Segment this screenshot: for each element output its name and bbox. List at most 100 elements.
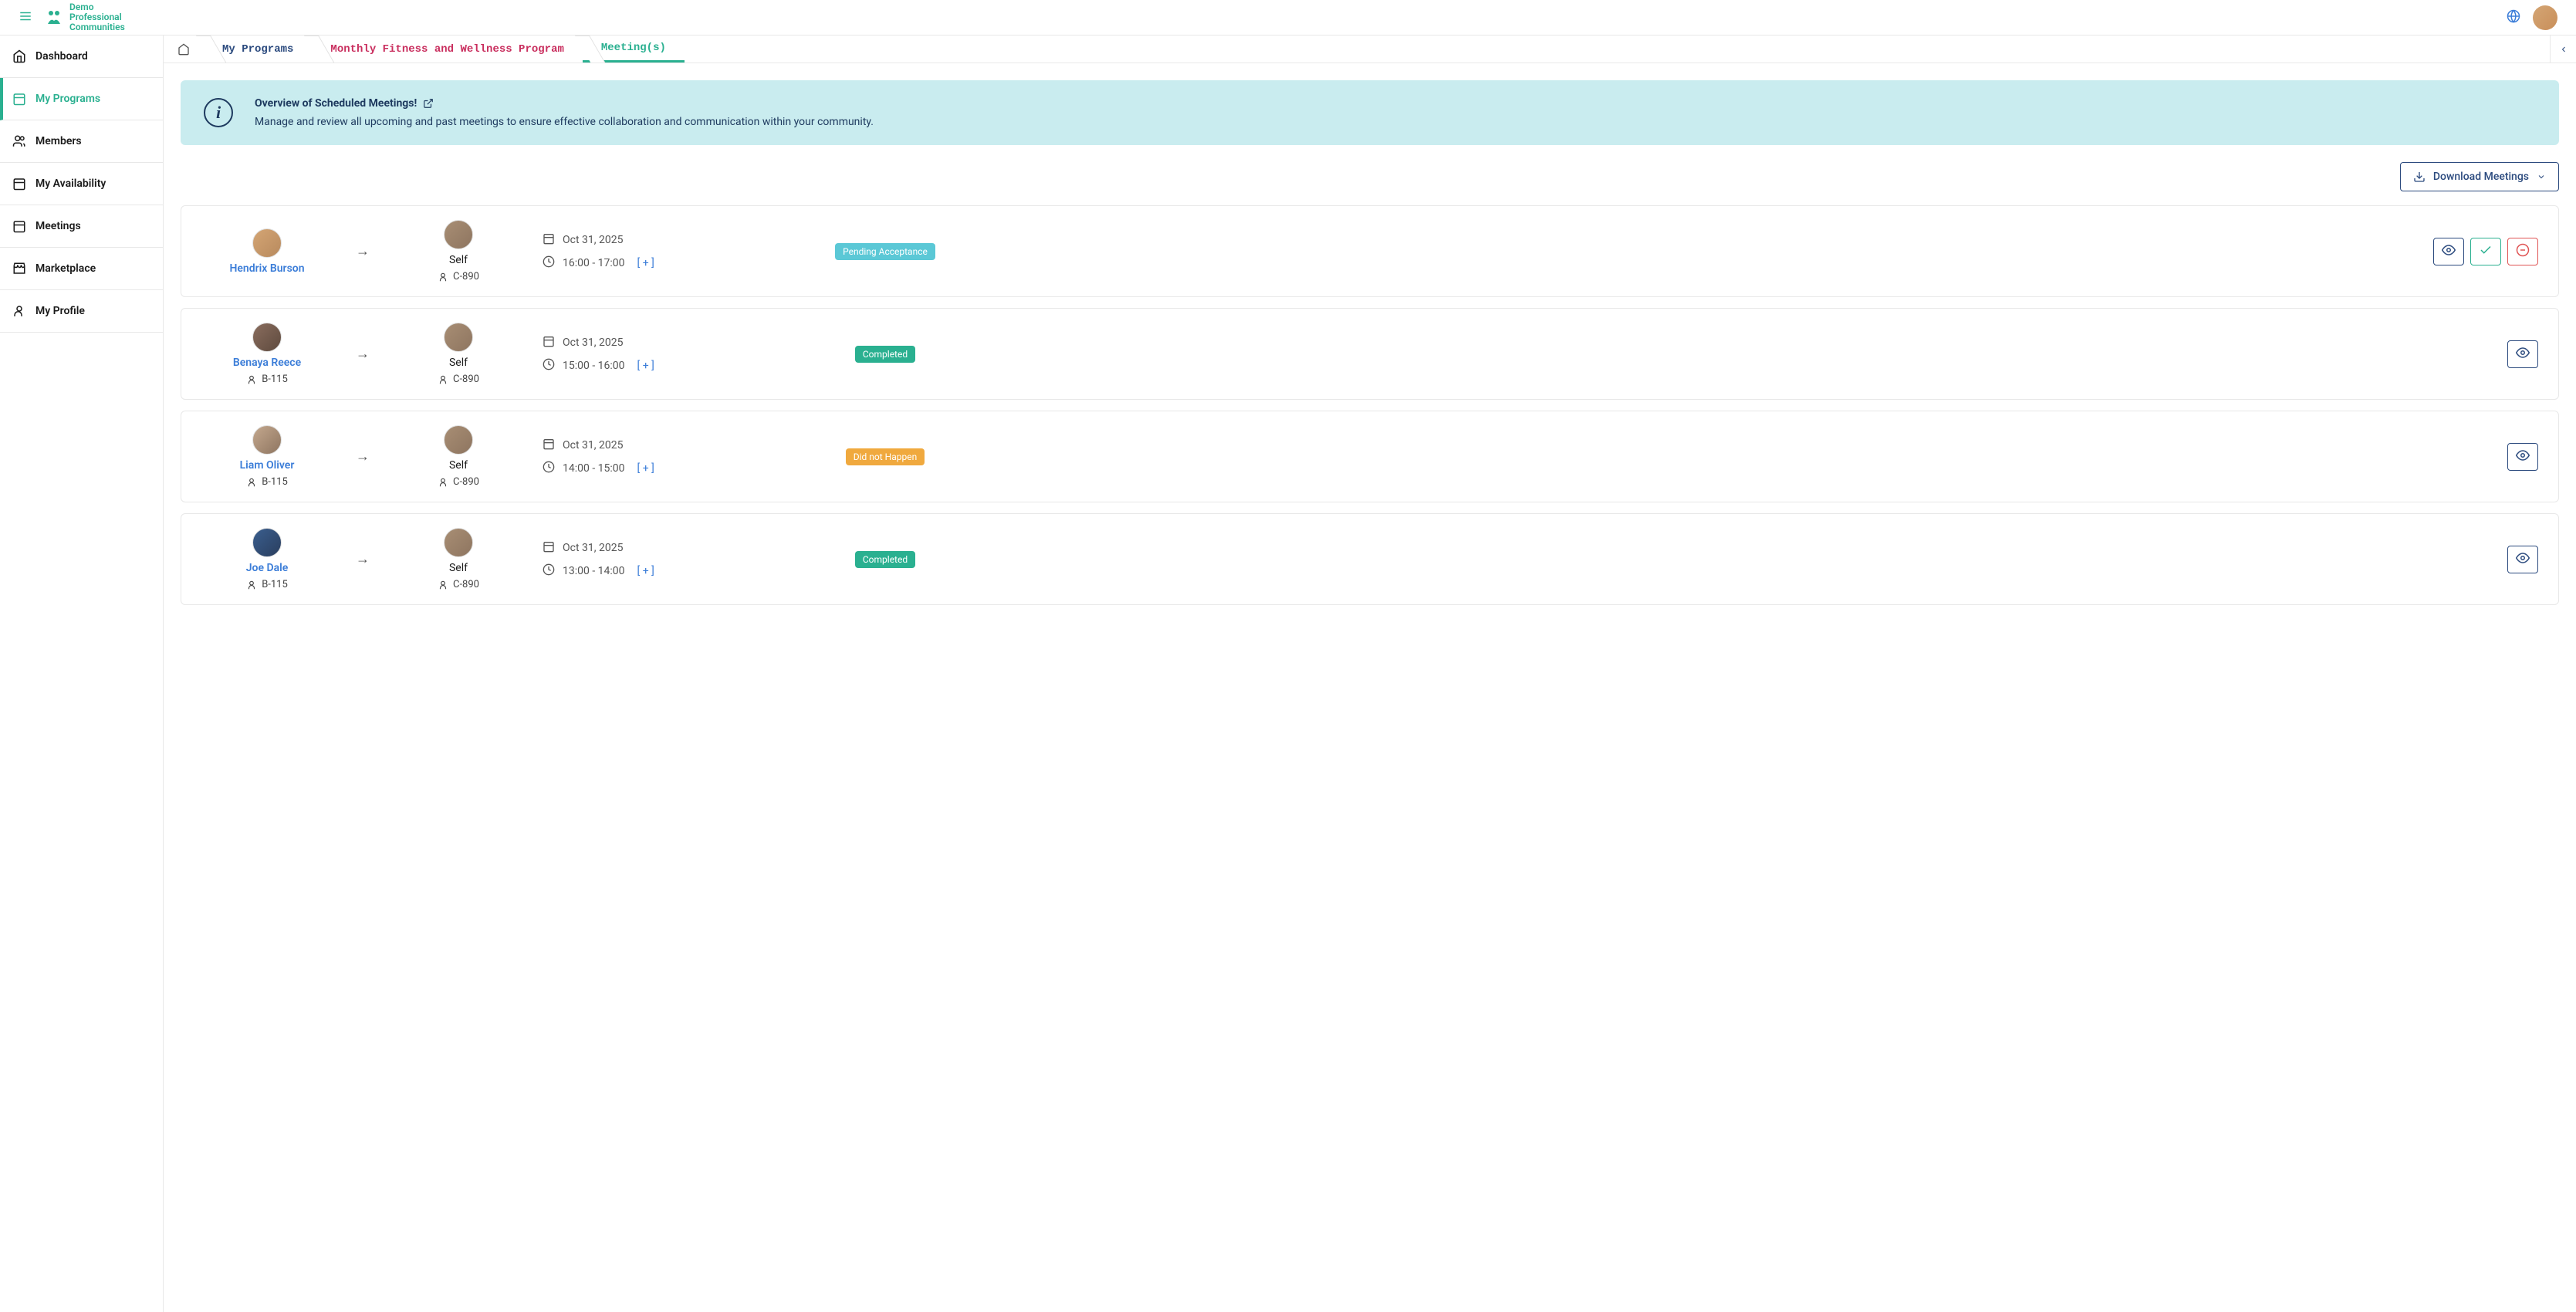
chevron-left-icon	[2559, 45, 2568, 54]
logo-line3: Communities	[69, 22, 125, 32]
self-label: Self	[449, 562, 468, 574]
person-avatar[interactable]	[252, 425, 282, 455]
person-id: C-890	[438, 271, 479, 282]
meeting-time: 16:00 - 17:00[ + ]	[543, 255, 789, 271]
download-meetings-button[interactable]: Download Meetings	[2400, 162, 2559, 191]
person-avatar[interactable]	[252, 528, 282, 557]
sidebar-label: Marketplace	[35, 262, 96, 275]
users-icon	[12, 134, 26, 148]
meeting-actions	[2507, 443, 2538, 471]
status-badge: Pending Acceptance	[835, 243, 935, 260]
view-button[interactable]	[2507, 443, 2538, 471]
breadcrumb-home[interactable]	[164, 36, 204, 63]
header-right	[2507, 5, 2557, 30]
calendar-icon	[543, 438, 555, 453]
external-link-icon[interactable]	[423, 98, 434, 109]
arrow-icon: →	[351, 243, 374, 259]
download-icon	[2413, 171, 2426, 183]
store-icon	[12, 262, 26, 276]
person-avatar[interactable]	[444, 425, 473, 455]
view-button[interactable]	[2507, 546, 2538, 573]
person-name-link[interactable]: Benaya Reece	[233, 357, 301, 369]
person-avatar[interactable]	[444, 323, 473, 352]
person-name-link[interactable]: Joe Dale	[246, 562, 289, 574]
sidebar-label: My Availability	[35, 178, 106, 190]
breadcrumb-label: Meeting(s)	[601, 42, 666, 54]
sidebar-item-dashboard[interactable]: Dashboard	[0, 36, 163, 78]
view-icon	[2516, 448, 2530, 465]
clock-icon	[543, 461, 555, 476]
self-label: Self	[449, 254, 468, 266]
meeting-status: Completed	[808, 551, 962, 568]
reject-button[interactable]	[2507, 238, 2538, 265]
person-name-link[interactable]: Hendrix Burson	[229, 262, 304, 275]
person-name-link[interactable]: Liam Oliver	[240, 459, 295, 472]
view-icon	[2442, 243, 2456, 260]
meeting-date: Oct 31, 2025	[543, 540, 789, 556]
calendar-icon	[12, 177, 26, 191]
sidebar-item-my-programs[interactable]: My Programs	[0, 78, 163, 120]
expand-time-link[interactable]: [ + ]	[637, 257, 654, 269]
arrow-icon: →	[351, 346, 374, 362]
breadcrumb-label: Monthly Fitness and Wellness Program	[330, 43, 563, 56]
clock-icon	[543, 358, 555, 374]
expand-time-link[interactable]: [ + ]	[637, 565, 654, 577]
menu-toggle-icon[interactable]	[19, 9, 32, 26]
meeting-from: Joe Dale B-115	[201, 528, 333, 590]
sidebar-item-members[interactable]: Members	[0, 120, 163, 163]
page-actions: Download Meetings	[181, 162, 2559, 191]
person-avatar[interactable]	[252, 228, 282, 258]
app-logo[interactable]: Demo Professional Communities	[45, 2, 125, 33]
calendar-icon	[12, 219, 26, 233]
calendar-icon	[543, 540, 555, 556]
language-icon[interactable]	[2507, 9, 2520, 26]
breadcrumb-program[interactable]: Monthly Fitness and Wellness Program	[312, 36, 582, 63]
reject-icon	[2516, 243, 2530, 260]
expand-time-link[interactable]: [ + ]	[637, 462, 654, 475]
meeting-actions	[2507, 340, 2538, 368]
person-avatar[interactable]	[444, 528, 473, 557]
app-header: Demo Professional Communities	[0, 0, 2576, 36]
meeting-to: Self C-890	[393, 425, 524, 488]
status-badge: Completed	[855, 551, 915, 568]
person-avatar[interactable]	[252, 323, 282, 352]
clock-icon	[543, 563, 555, 579]
meeting-date: Oct 31, 2025	[543, 335, 789, 350]
collapse-panel-button[interactable]	[2550, 36, 2576, 63]
accept-button[interactable]	[2470, 238, 2501, 265]
person-avatar[interactable]	[444, 220, 473, 249]
expand-time-link[interactable]: [ + ]	[637, 360, 654, 372]
sidebar-item-my-profile[interactable]: My Profile	[0, 290, 163, 333]
sidebar-label: My Profile	[35, 305, 85, 317]
sidebar-item-meetings[interactable]: Meetings	[0, 205, 163, 248]
meeting-actions	[2507, 546, 2538, 573]
view-button[interactable]	[2433, 238, 2464, 265]
sidebar-label: Meetings	[35, 220, 81, 232]
meeting-actions	[2433, 238, 2538, 265]
meeting-list: Hendrix Burson → Self C-890 Oct 31, 2025…	[181, 205, 2559, 605]
logo-line1: Demo	[69, 2, 125, 12]
download-btn-label: Download Meetings	[2433, 171, 2529, 183]
sidebar-item-my-availability[interactable]: My Availability	[0, 163, 163, 205]
user-avatar[interactable]	[2533, 5, 2557, 30]
meeting-datetime: Oct 31, 2025 16:00 - 17:00[ + ]	[543, 232, 789, 271]
clock-icon	[543, 255, 555, 271]
meeting-card: Benaya Reece B-115→ Self C-890 Oct 31, 2…	[181, 308, 2559, 400]
meeting-datetime: Oct 31, 2025 15:00 - 16:00[ + ]	[543, 335, 789, 374]
sidebar-item-marketplace[interactable]: Marketplace	[0, 248, 163, 290]
home-icon	[177, 43, 190, 56]
meeting-time: 13:00 - 14:00[ + ]	[543, 563, 789, 579]
arrow-icon: →	[351, 551, 374, 567]
view-button[interactable]	[2507, 340, 2538, 368]
status-badge: Did not Happen	[846, 448, 925, 465]
meeting-card: Liam Oliver B-115→ Self C-890 Oct 31, 20…	[181, 411, 2559, 502]
meeting-date: Oct 31, 2025	[543, 438, 789, 453]
sidebar-label: Dashboard	[35, 50, 88, 63]
meeting-datetime: Oct 31, 2025 14:00 - 15:00[ + ]	[543, 438, 789, 476]
status-badge: Completed	[855, 346, 915, 363]
meeting-to: Self C-890	[393, 323, 524, 385]
meeting-time: 14:00 - 15:00[ + ]	[543, 461, 789, 476]
breadcrumb-label: My Programs	[222, 43, 293, 56]
info-title-text: Overview of Scheduled Meetings!	[255, 97, 417, 110]
person-id: B-115	[246, 476, 288, 488]
